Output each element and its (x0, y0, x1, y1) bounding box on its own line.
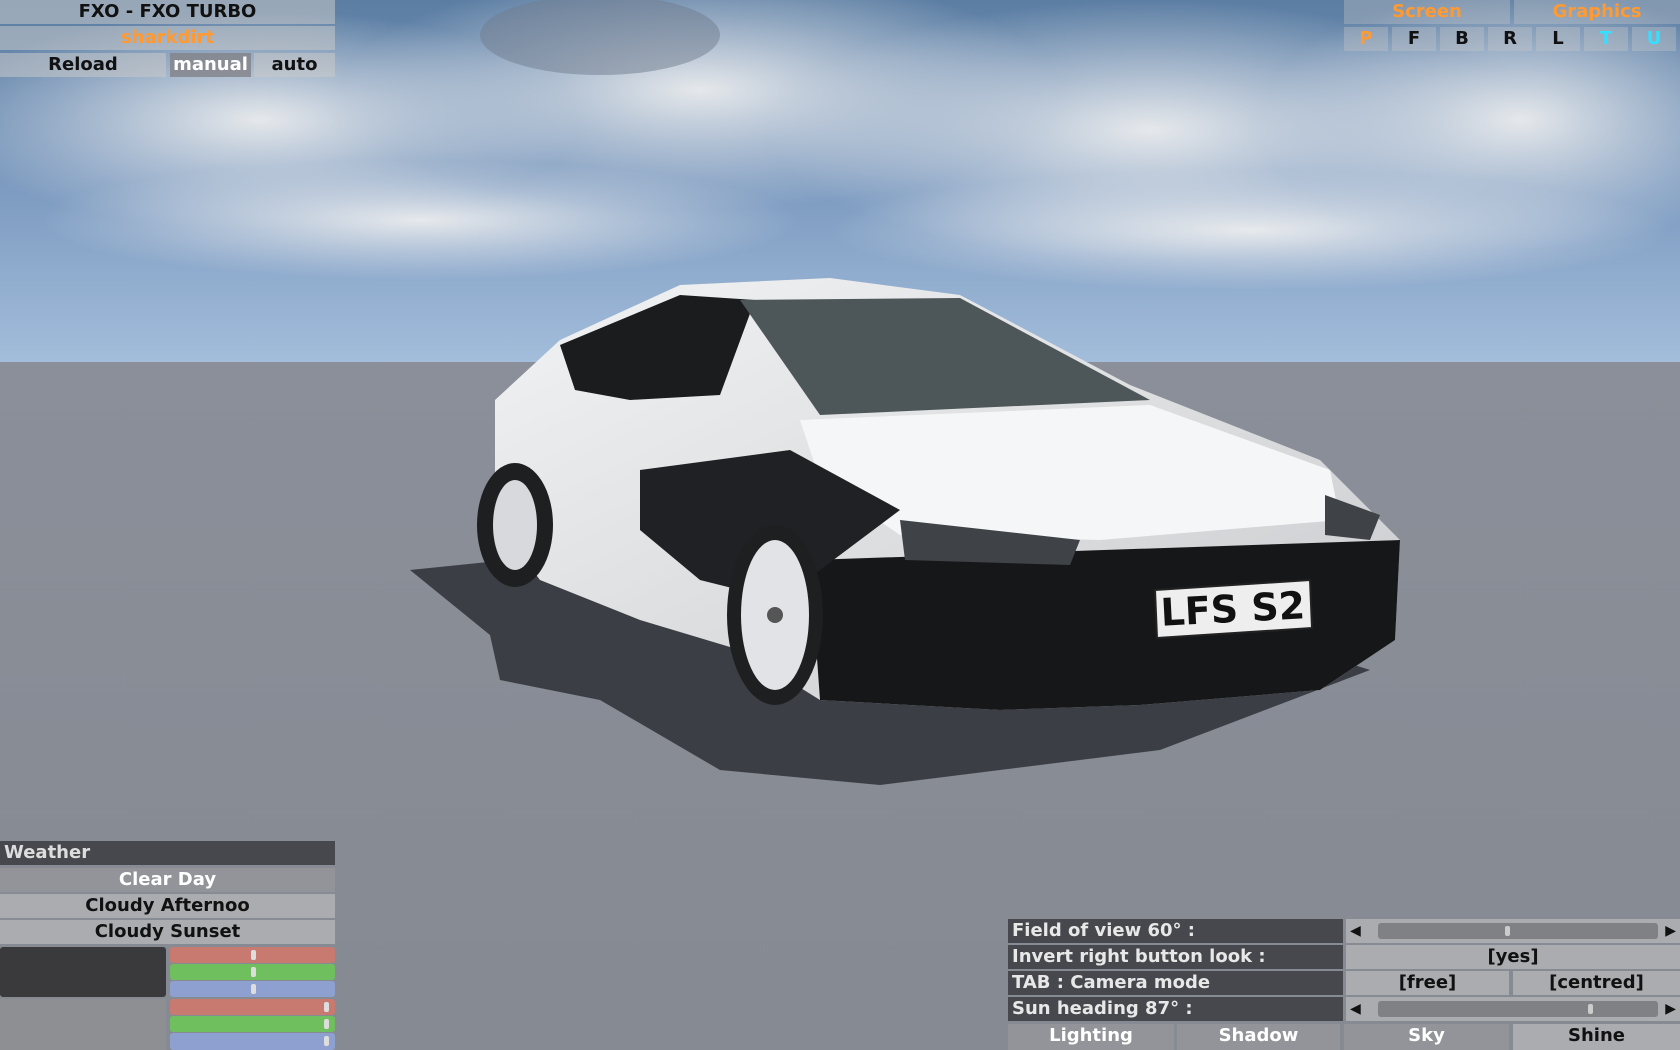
weather-header: Weather (0, 841, 335, 865)
slider-knob[interactable] (324, 1036, 329, 1046)
reload-button[interactable]: Reload (0, 53, 166, 77)
view-button-u[interactable]: U (1632, 27, 1676, 51)
invert-look-label: Invert right button look : (1008, 945, 1343, 969)
view-button-p[interactable]: P (1344, 27, 1388, 51)
green-slider-2[interactable] (170, 1016, 335, 1032)
license-plate-text: LFS S2 (1160, 583, 1307, 635)
view-button-t[interactable]: T (1584, 27, 1628, 51)
arrow-left-icon[interactable]: ◀ (1350, 919, 1361, 943)
sun-heading-slider[interactable]: ◀ ▶ (1346, 997, 1680, 1021)
skin-name[interactable]: sharkdirt (0, 26, 335, 50)
slider-knob[interactable] (251, 950, 256, 960)
auto-button[interactable]: auto (254, 53, 335, 77)
green-slider-1[interactable] (170, 964, 335, 980)
fov-slider-track[interactable] (1378, 923, 1658, 939)
arrow-right-icon[interactable]: ▶ (1665, 919, 1676, 943)
tab-shine[interactable]: Shine (1513, 1024, 1680, 1050)
camera-mode-free[interactable]: [free] (1346, 971, 1509, 995)
camera-mode-centred[interactable]: [centred] (1513, 971, 1680, 995)
fov-label: Field of view 60° : (1008, 919, 1343, 943)
view-button-r[interactable]: R (1488, 27, 1532, 51)
camera-settings-panel: Field of view 60° : ◀ ▶ Invert right but… (1008, 919, 1680, 1050)
sun-heading-label: Sun heading 87° : (1008, 997, 1343, 1021)
slider-knob[interactable] (324, 1002, 329, 1012)
sun-slider-track[interactable] (1378, 1001, 1658, 1017)
view-panel: Screen Graphics P F B R L T U (1344, 0, 1680, 52)
car-name[interactable]: FXO - FXO TURBO (0, 0, 335, 24)
slider-knob[interactable] (324, 1019, 329, 1029)
blue-slider-1[interactable] (170, 981, 335, 997)
view-button-l[interactable]: L (1536, 27, 1580, 51)
slider-knob[interactable] (1505, 926, 1510, 936)
weather-option-clear-day[interactable]: Clear Day (0, 868, 335, 892)
tab-sky[interactable]: Sky (1344, 1024, 1509, 1050)
manual-button[interactable]: manual (170, 53, 251, 77)
car-panel: FXO - FXO TURBO sharkdirt Reload manual … (0, 0, 336, 78)
color-swatch-light[interactable] (0, 999, 166, 1050)
red-slider-1[interactable] (170, 947, 335, 963)
slider-knob[interactable] (251, 984, 256, 994)
invert-look-toggle[interactable]: [yes] (1346, 945, 1680, 969)
tab-lighting[interactable]: Lighting (1008, 1024, 1174, 1050)
red-slider-2[interactable] (170, 999, 335, 1015)
color-swatch-dark[interactable] (0, 947, 166, 997)
fov-slider[interactable]: ◀ ▶ (1346, 919, 1680, 943)
arrow-left-icon[interactable]: ◀ (1350, 997, 1361, 1021)
view-button-b[interactable]: B (1440, 27, 1484, 51)
weather-panel: Weather Clear Day Cloudy Afternoo Cloudy… (0, 841, 336, 1050)
camera-mode-label: TAB : Camera mode (1008, 971, 1343, 995)
screen-tab[interactable]: Screen (1344, 0, 1510, 24)
view-button-f[interactable]: F (1392, 27, 1436, 51)
weather-option-cloudy-sunset[interactable]: Cloudy Sunset (0, 920, 335, 944)
slider-knob[interactable] (251, 967, 256, 977)
weather-option-cloudy-afternoon[interactable]: Cloudy Afternoo (0, 894, 335, 918)
arrow-right-icon[interactable]: ▶ (1665, 997, 1676, 1021)
blue-slider-2[interactable] (170, 1033, 335, 1050)
slider-knob[interactable] (1588, 1004, 1593, 1014)
tab-shadow[interactable]: Shadow (1177, 1024, 1340, 1050)
graphics-tab[interactable]: Graphics (1514, 0, 1680, 24)
